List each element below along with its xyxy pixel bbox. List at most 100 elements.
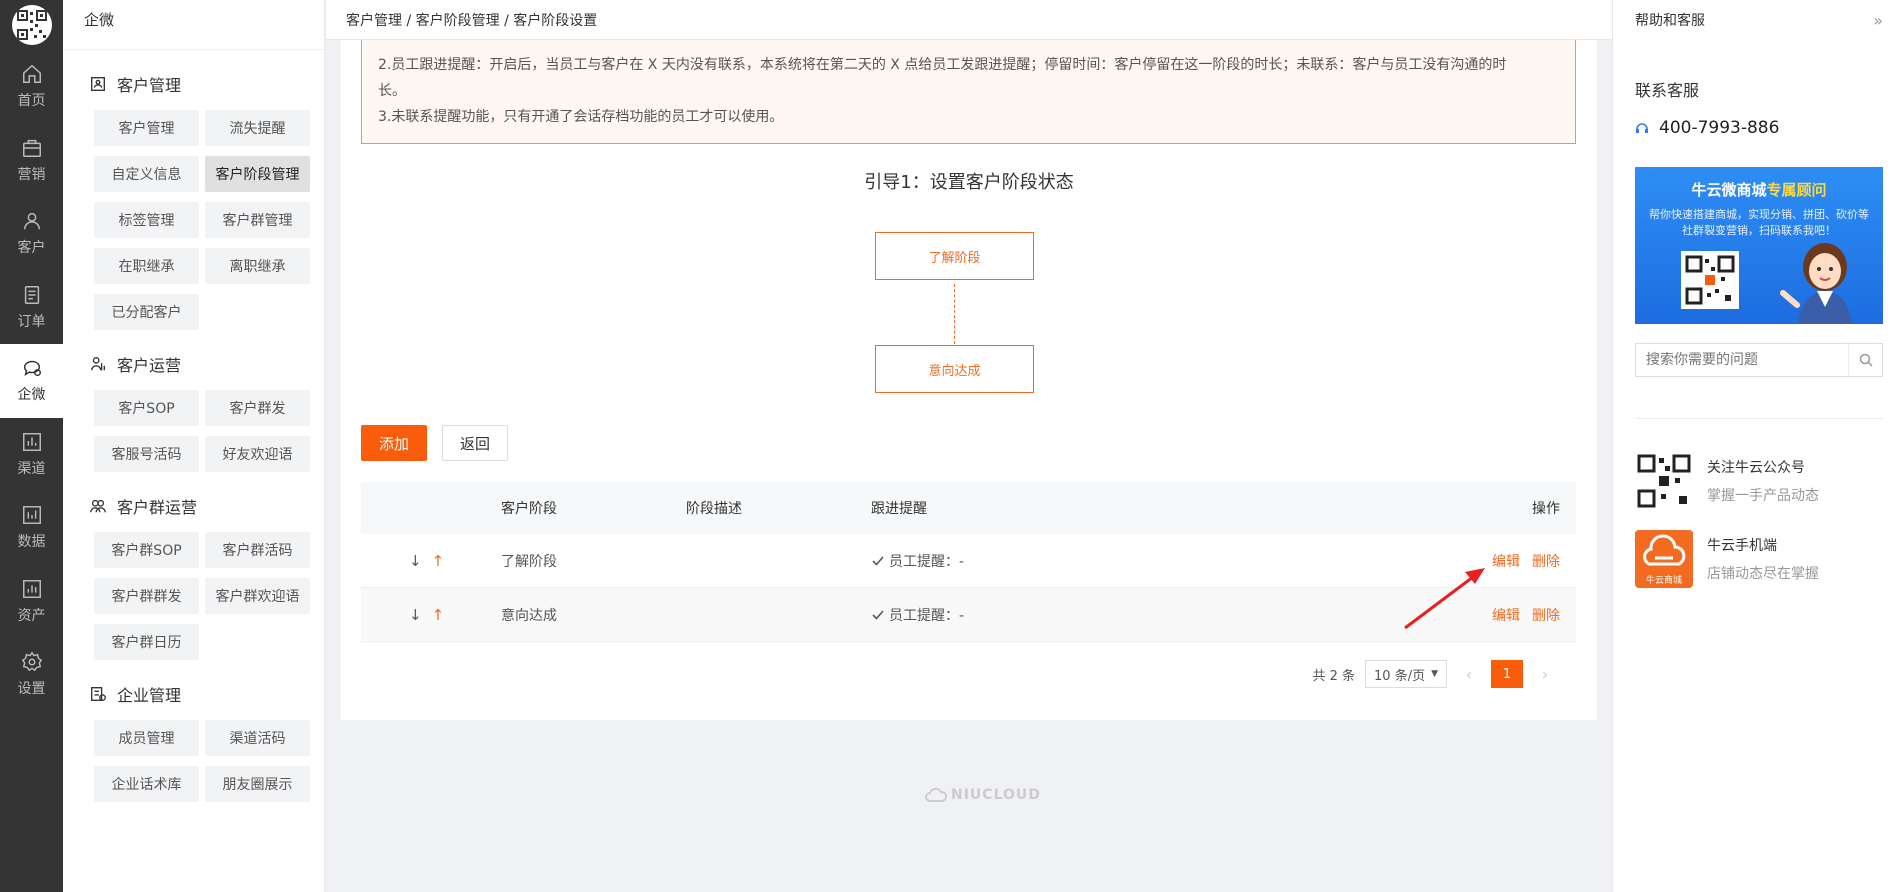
edit-link[interactable]: 编辑 — [1492, 551, 1520, 571]
top-header: 客户管理 / 客户阶段管理 / 客户阶段设置 — [326, 0, 1612, 40]
phone-number: 400-7993-886 — [1635, 118, 1779, 138]
sidebar-group-title: 客户群运营 — [63, 494, 324, 518]
back-button[interactable]: 返回 — [442, 425, 508, 461]
secondary-sidebar: 企微 客户管理 客户管理 流失提醒 自定义信息 客户阶段管理 标签管理 客户群管理 在职继承离… — [63, 0, 325, 892]
consultant-avatar-icon — [1775, 239, 1875, 324]
rail-item-label: 首页 — [17, 93, 46, 110]
rail-item-label: 企微 — [17, 387, 46, 404]
rail-item-label: 设置 — [17, 681, 46, 698]
notice-box: 2.员工跟进提醒：开启后，当员工与客户在 X 天内没有联系，本系统将在第二天的 … — [361, 40, 1576, 144]
home-icon — [22, 65, 41, 84]
banner-subtitle: 帮你快速搭建商城，实现分销、拼团、砍价等社群裂变营销，扫码联系我吧！ — [1649, 208, 1869, 237]
settings-icon — [21, 651, 42, 672]
notice-line-2: 3.未联系提醒功能，只有开通了会话存档功能的员工才可以使用。 — [378, 109, 784, 125]
table-header: 客户阶段 阶段描述 跟进提醒 操作 — [361, 482, 1576, 534]
flow-step-2: 意向达成 — [875, 345, 1034, 393]
prev-page-icon[interactable]: ‹ — [1457, 665, 1481, 684]
edit-link[interactable]: 编辑 — [1492, 605, 1520, 625]
move-up-icon[interactable]: ↑ — [432, 552, 445, 570]
phone-text: 400-7993-886 — [1659, 118, 1780, 138]
notice-line-1: 2.员工跟进提醒：开启后，当员工与客户在 X 天内没有联系，本系统将在第二天的 … — [378, 57, 1507, 73]
consultant-banner[interactable]: 牛云微商城专属顾问 帮你快速搭建商城，实现分销、拼团、砍价等社群裂变营销，扫码联… — [1635, 167, 1883, 324]
sidebar-button[interactable]: 企业话术库 — [94, 766, 199, 802]
sidebar-button[interactable]: 客服号活码 — [94, 436, 199, 472]
sidebar-button[interactable]: 自定义信息 — [94, 156, 199, 192]
customer-icon — [23, 213, 40, 230]
page-size-select[interactable]: 10 条/页 ▼ — [1365, 660, 1447, 688]
promo-mobile-app[interactable]: 牛云商城 牛云手机端 店铺动态尽在掌握 — [1635, 530, 1819, 588]
rail-item-label: 数据 — [17, 534, 46, 551]
sidebar-button[interactable]: 在职继承 — [94, 248, 199, 284]
rail-item-data[interactable]: 数据 — [0, 491, 63, 565]
header-desc: 阶段描述 — [686, 501, 742, 517]
collapse-icon[interactable]: » — [1873, 11, 1883, 30]
sidebar-button[interactable]: 已分配客户 — [94, 294, 199, 330]
sidebar-button[interactable]: 客户阶段管理 — [205, 156, 310, 192]
rail-item-order[interactable]: 订单 — [0, 271, 63, 345]
help-search-input[interactable] — [1636, 344, 1848, 376]
sidebar-button[interactable]: 客户群欢迎语 — [205, 578, 310, 614]
next-page-icon[interactable]: › — [1533, 665, 1557, 684]
sidebar-button[interactable]: 客户群SOP — [94, 532, 199, 568]
sidebar-button[interactable]: 客户群管理 — [205, 202, 310, 238]
cell-stage: 意向达成 — [501, 607, 557, 624]
main-nav-rail: 首页营销客户订单企微渠道数据资产设置 — [0, 0, 63, 892]
customer-ops-icon — [91, 357, 105, 371]
delete-link[interactable]: 删除 — [1532, 605, 1560, 625]
sidebar-button[interactable]: 成员管理 — [94, 720, 199, 756]
rail-item-asset[interactable]: 资产 — [0, 565, 63, 639]
cell-remind: 员工提醒：- — [889, 607, 965, 624]
enterprise-icon — [91, 687, 106, 701]
help-panel: 帮助和客服 » 联系客服 400-7993-886 牛云微商城专属顾问 帮你快速… — [1612, 0, 1903, 892]
breadcrumb: 客户管理 / 客户阶段管理 / 客户阶段设置 — [346, 13, 598, 29]
move-up-icon[interactable]: ↑ — [432, 606, 445, 624]
move-down-icon[interactable]: ↓ — [409, 606, 422, 624]
rail-item-wecom[interactable]: 企微 — [0, 344, 63, 418]
header-stage: 客户阶段 — [501, 501, 557, 517]
delete-link[interactable]: 删除 — [1532, 551, 1560, 571]
header-ops: 操作 — [1532, 501, 1560, 517]
rail-item-label: 渠道 — [17, 460, 46, 477]
move-down-icon[interactable]: ↓ — [409, 552, 422, 570]
notice-line-1b: 长。 — [378, 83, 406, 99]
rail-item-label: 订单 — [17, 313, 46, 330]
help-title: 帮助和客服 — [1635, 13, 1705, 29]
sidebar-group-title: 企业管理 — [63, 682, 324, 706]
sidebar-button[interactable]: 客户管理 — [94, 110, 199, 146]
sidebar-button[interactable]: 客户群日历 — [94, 624, 199, 660]
sidebar-button[interactable]: 朋友圈展示 — [205, 766, 310, 802]
annotation-arrow-icon — [1404, 568, 1485, 630]
sidebar-button[interactable]: 好友欢迎语 — [205, 436, 310, 472]
rail-item-channel[interactable]: 渠道 — [0, 418, 63, 492]
sidebar-button[interactable]: 客户SOP — [94, 390, 199, 426]
stage-table: 客户阶段 阶段描述 跟进提醒 操作 ↓ ↑ 了解阶段 员工提醒：- 编辑 删除 ↓ ↑ 意向达成… — [361, 482, 1576, 642]
page-number-current[interactable]: 1 — [1491, 660, 1523, 688]
sidebar-button[interactable]: 渠道活码 — [205, 720, 310, 756]
promo-2-subtitle: 店铺动态尽在掌握 — [1707, 566, 1819, 582]
group-ops-icon — [90, 499, 106, 513]
app-logo[interactable] — [0, 0, 63, 50]
rail-item-marketing[interactable]: 营销 — [0, 124, 63, 198]
sidebar-button[interactable]: 流失提醒 — [205, 110, 310, 146]
help-search — [1635, 343, 1883, 377]
sidebar-button[interactable]: 客户群发 — [205, 390, 310, 426]
promo-1-subtitle: 掌握一手产品动态 — [1707, 488, 1819, 504]
rail-item-settings[interactable]: 设置 — [0, 638, 63, 712]
sidebar-button[interactable]: 客户群活码 — [205, 532, 310, 568]
cloud-logo-icon — [925, 787, 947, 802]
add-button[interactable]: 添加 — [361, 425, 427, 461]
sidebar-button[interactable]: 客户群群发 — [94, 578, 199, 614]
total-count: 共 2 条 — [1312, 668, 1356, 684]
mobile-app-badge: 牛云商城 — [1645, 576, 1682, 586]
search-icon[interactable] — [1848, 344, 1882, 376]
rail-item-customer[interactable]: 客户 — [0, 197, 63, 271]
rail-item-label: 客户 — [17, 240, 46, 257]
pagination: 共 2 条 10 条/页 ▼ ‹ 1 › — [1312, 660, 1557, 688]
sidebar-button[interactable]: 标签管理 — [94, 202, 199, 238]
promo-official-account[interactable]: 关注牛云公众号 掌握一手产品动态 — [1635, 452, 1819, 510]
guide-title: 引导1：设置客户阶段状态 — [864, 172, 1074, 193]
sidebar-button[interactable]: 离职继承 — [205, 248, 310, 284]
order-icon — [24, 285, 39, 304]
sidebar-button-grid: 客户SOP 客户群发 客服号活码 好友欢迎语 — [63, 390, 324, 472]
rail-item-home[interactable]: 首页 — [0, 50, 63, 124]
